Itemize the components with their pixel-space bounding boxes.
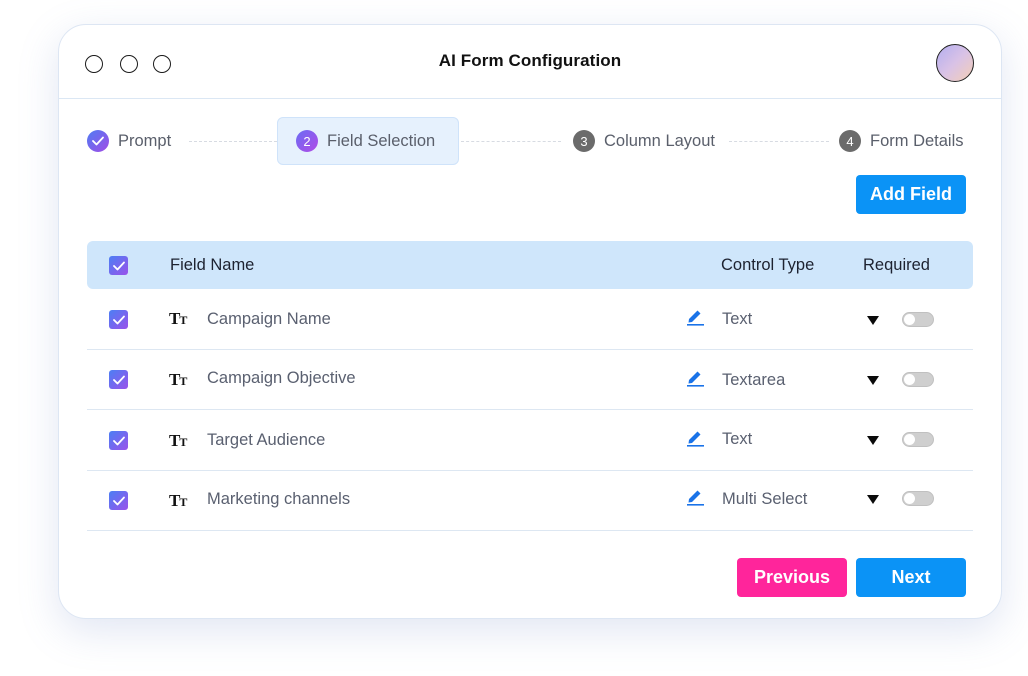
step-prompt[interactable]: Prompt <box>87 117 171 165</box>
control-type-dropdown-icon[interactable] <box>867 376 879 385</box>
step-field-selection[interactable]: 2 Field Selection <box>277 117 459 165</box>
step-number: 4 <box>839 130 861 152</box>
control-type-value[interactable]: Multi Select <box>722 490 807 509</box>
window-title: AI Form Configuration <box>438 51 622 70</box>
required-toggle[interactable] <box>902 312 934 327</box>
step-connector <box>729 141 829 142</box>
step-number: 2 <box>296 130 318 152</box>
control-type-dropdown-icon[interactable] <box>867 436 879 445</box>
table-row: TT Target Audience Text <box>87 411 973 471</box>
control-type-value[interactable]: Text <box>722 430 752 449</box>
step-label: Column Layout <box>604 131 715 150</box>
step-column-layout[interactable]: 3 Column Layout <box>573 117 715 165</box>
table-row: TT Campaign Name Text <box>87 290 973 350</box>
text-type-icon: TT <box>169 491 187 510</box>
table-row: TT Marketing channels Multi Select <box>87 471 973 531</box>
control-type-value[interactable]: Textarea <box>722 371 785 390</box>
previous-button[interactable]: Previous <box>737 558 847 597</box>
field-name: Target Audience <box>207 431 326 449</box>
field-name: Marketing channels <box>207 490 351 508</box>
check-icon <box>87 130 109 152</box>
step-connector <box>189 141 277 142</box>
title-bar: AI Form Configuration <box>59 25 1001 99</box>
required-toggle[interactable] <box>902 432 934 447</box>
text-type-icon: TT <box>169 370 187 389</box>
field-name: Campaign Name <box>207 310 331 328</box>
avatar[interactable] <box>936 44 974 82</box>
step-number: 3 <box>573 130 595 152</box>
table-row: TT Campaign Objective Textarea <box>87 350 973 410</box>
row-checkbox[interactable] <box>109 491 128 510</box>
row-checkbox[interactable] <box>109 431 128 450</box>
control-type-dropdown-icon[interactable] <box>867 495 879 504</box>
field-name: Campaign Objective <box>207 369 356 387</box>
table-header: Field Name Control Type Required <box>87 241 973 289</box>
required-toggle[interactable] <box>902 491 934 506</box>
step-label: Prompt <box>118 131 172 150</box>
edit-pencil-icon[interactable] <box>685 306 705 326</box>
text-type-icon: TT <box>169 309 187 328</box>
text-type-icon: TT <box>169 431 187 450</box>
next-button[interactable]: Next <box>856 558 966 597</box>
add-field-button[interactable]: Add Field <box>856 175 966 214</box>
select-all-checkbox[interactable] <box>109 256 128 275</box>
edit-pencil-icon[interactable] <box>685 486 705 506</box>
required-toggle[interactable] <box>902 372 934 387</box>
edit-pencil-icon[interactable] <box>685 427 705 447</box>
control-type-value[interactable]: Text <box>722 310 752 329</box>
step-label: Form Details <box>870 131 964 150</box>
row-checkbox[interactable] <box>109 370 128 389</box>
step-form-details[interactable]: 4 Form Details <box>839 117 964 165</box>
column-header-control-type[interactable]: Control Type <box>721 256 814 275</box>
step-connector <box>461 141 561 142</box>
step-label: Field Selection <box>327 131 436 150</box>
app-window: AI Form Configuration Prompt 2 Field Sel… <box>58 24 1002 619</box>
row-checkbox[interactable] <box>109 310 128 329</box>
column-header-required[interactable]: Required <box>863 256 930 275</box>
column-header-field-name[interactable]: Field Name <box>170 256 254 275</box>
edit-pencil-icon[interactable] <box>685 367 705 387</box>
control-type-dropdown-icon[interactable] <box>867 316 879 325</box>
